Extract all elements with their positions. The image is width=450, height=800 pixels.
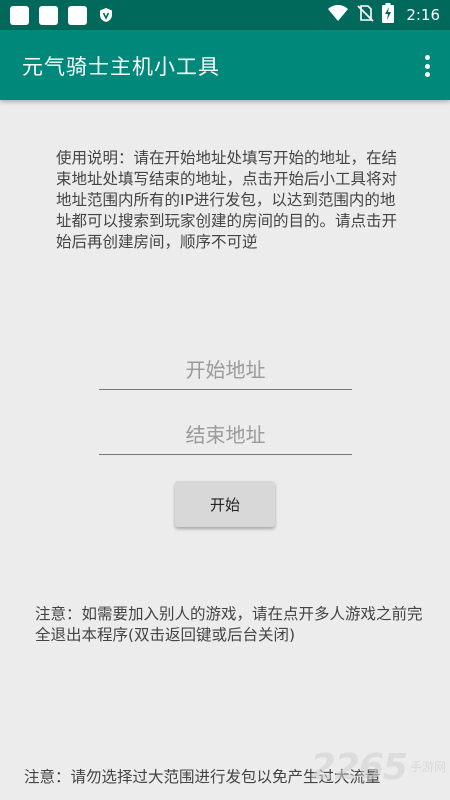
app-bar: 元气骑士主机小工具 (0, 30, 450, 100)
wifi-icon (328, 5, 349, 25)
notification-icon (39, 5, 58, 25)
battery-charging-icon (382, 3, 395, 27)
site-watermark: 2265 手游网 (311, 742, 446, 792)
start-button[interactable]: 开始 (175, 481, 275, 527)
watermark-number: 2265 (310, 746, 408, 788)
app-title: 元气骑士主机小工具 (22, 55, 220, 79)
no-sim-icon (356, 4, 374, 26)
watermark-site: 手游网 (409, 760, 446, 774)
notification-icon (10, 5, 29, 25)
status-time: 2:16 (406, 6, 440, 24)
end-address-input[interactable] (99, 415, 352, 455)
notification-icon (68, 5, 87, 25)
multiplayer-notice: 注意：如需要加入别人的游戏，请在点开多人游戏之前完全退出本程序(双击返回键或后台… (35, 605, 423, 644)
shield-icon (97, 6, 115, 24)
usage-instructions: 使用说明：请在开始地址处填写开始的地址，在结束地址处填写结束的地址，点击开始后小… (56, 149, 398, 251)
start-address-input[interactable] (99, 350, 352, 390)
overflow-menu-icon[interactable] (420, 53, 434, 79)
status-bar: 2:16 (0, 0, 450, 30)
